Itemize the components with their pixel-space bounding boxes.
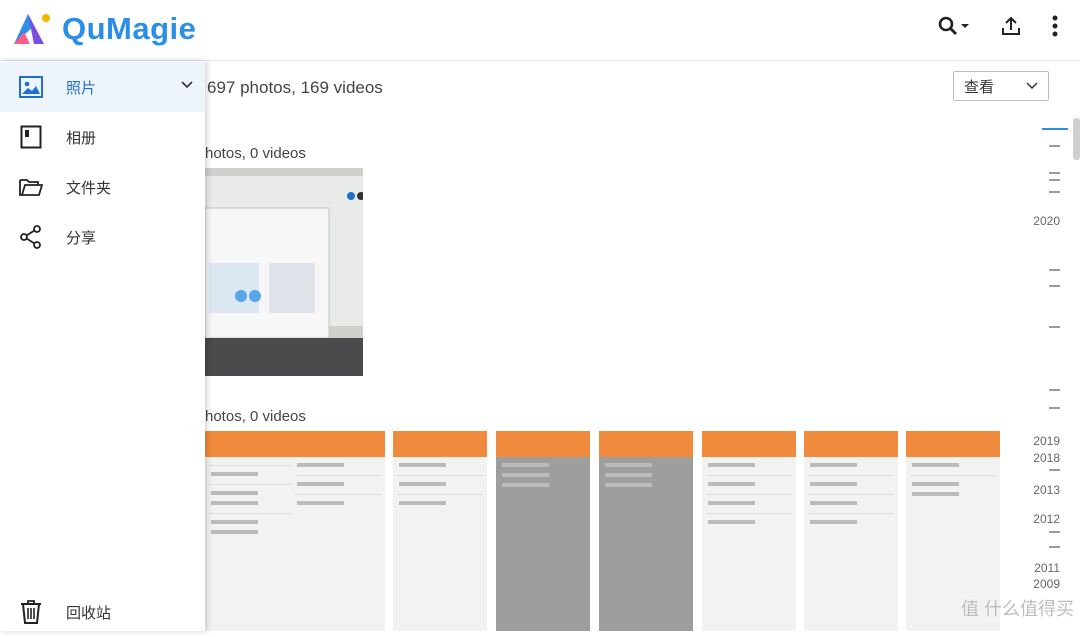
group-title: hotos, 0 videos [205, 408, 306, 425]
timeline-tick [1049, 326, 1060, 328]
timeline-tick [1049, 531, 1060, 533]
search-button[interactable] [938, 16, 970, 36]
sidebar-item-label: 分享 [66, 229, 97, 247]
timeline-tick [1049, 546, 1060, 548]
timeline-tick [1049, 145, 1060, 147]
sidebar-item-share[interactable]: 分享 [0, 212, 205, 262]
timeline-year[interactable]: 2013 [1033, 483, 1060, 497]
qumagie-logo-icon [14, 14, 50, 44]
scrollbar-thumb[interactable] [1073, 118, 1080, 160]
timeline-year[interactable]: 2009 [1033, 577, 1060, 591]
view-dropdown-label: 查看 [964, 78, 995, 96]
chevron-down-icon[interactable] [181, 81, 193, 89]
photo-icon [19, 75, 43, 99]
library-summary: 697 photos, 169 videos [207, 78, 383, 97]
photo-thumbnail[interactable] [291, 431, 385, 631]
upload-button[interactable] [1000, 15, 1022, 37]
timeline-tick [1049, 179, 1060, 181]
timeline-tick [1049, 389, 1060, 391]
photo-thumbnail[interactable] [804, 431, 898, 631]
sidebar-item-label: 相册 [66, 129, 97, 147]
photo-thumbnail[interactable] [496, 431, 590, 631]
caret-down-icon [961, 24, 969, 28]
timeline-scrubber[interactable]: 2020 2019 2018 2013 2012 2011 2009 [1020, 61, 1080, 631]
photo-grid-area: 697 photos, 169 videos 查看 hotos, 0 video… [205, 61, 1080, 631]
more-options-button[interactable] [1052, 15, 1058, 37]
sidebar-item-label: 文件夹 [66, 179, 112, 197]
photo-thumbnail[interactable] [599, 431, 693, 631]
photo-image [205, 168, 363, 376]
photo-thumbnail[interactable] [205, 431, 299, 631]
photo-thumbnail[interactable] [205, 168, 363, 376]
sidebar: 照片 相册 文件夹 分享 回收站 [0, 61, 205, 631]
timeline-year[interactable]: 2018 [1033, 451, 1060, 465]
timeline-tick [1049, 469, 1060, 471]
sidebar-item-recycle-bin[interactable]: 回收站 [0, 587, 205, 637]
top-bar: QuMagie [0, 0, 1080, 61]
trash-icon [19, 600, 43, 624]
app-logo[interactable]: QuMagie [10, 10, 196, 48]
timeline-year[interactable]: 2019 [1033, 434, 1060, 448]
watermark: 值 什么值得买 [960, 599, 1074, 619]
upload-icon [1002, 16, 1020, 35]
photo-thumbnail[interactable] [393, 431, 487, 631]
folder-icon [19, 175, 43, 199]
timeline-tick [1049, 285, 1060, 287]
timeline-year[interactable]: 2012 [1033, 512, 1060, 526]
timeline-tick [1049, 191, 1060, 193]
photo-thumbnail[interactable] [702, 431, 796, 631]
timeline-year[interactable]: 2011 [1034, 561, 1060, 575]
search-icon [938, 16, 957, 35]
sidebar-item-albums[interactable]: 相册 [0, 112, 205, 162]
sidebar-item-folders[interactable]: 文件夹 [0, 162, 205, 212]
app-name: QuMagie [62, 11, 197, 46]
share-icon [19, 225, 43, 249]
timeline-tick [1049, 172, 1060, 174]
timeline-tick [1049, 269, 1060, 271]
sidebar-item-label: 回收站 [66, 604, 112, 622]
sidebar-item-label: 照片 [66, 79, 97, 97]
sidebar-item-photos[interactable]: 照片 [0, 62, 205, 112]
group-title: hotos, 0 videos [205, 145, 306, 162]
album-icon [19, 125, 43, 149]
more-vertical-icon [1052, 15, 1058, 37]
timeline-tick [1049, 407, 1060, 409]
timeline-year[interactable]: 2020 [1033, 214, 1060, 228]
timeline-active-marker [1042, 128, 1068, 130]
